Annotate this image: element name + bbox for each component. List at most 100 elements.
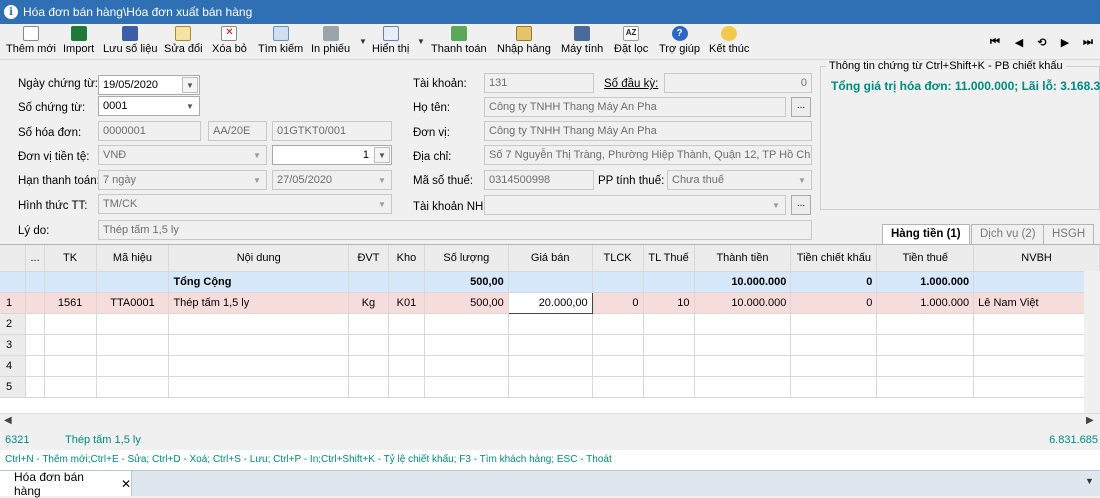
chevron-down-icon: ▼ <box>374 196 390 212</box>
browse-customer-button[interactable]: ... <box>791 97 811 117</box>
tab-list-dropdown-icon[interactable]: ▼ <box>1085 476 1094 486</box>
column-header-warehouse[interactable]: Kho <box>388 245 425 272</box>
search-button[interactable]: Tìm kiếm <box>258 26 303 58</box>
cell-staff[interactable]: Lê Nam Việt <box>973 292 1100 314</box>
filter-button[interactable]: AZ Đặt lọc <box>614 26 648 58</box>
exchange-rate-field[interactable]: 1 ▼ <box>272 145 392 165</box>
scroll-left-icon[interactable]: ◀ <box>4 415 12 426</box>
currency-label: Đơn vị tiền tệ: <box>18 151 90 163</box>
print-dropdown-arrow-icon[interactable]: ▼ <box>359 37 367 46</box>
column-header-tax[interactable]: Tiền thuế <box>876 245 975 272</box>
name-label: Họ tên: <box>413 102 451 114</box>
cell-quantity[interactable]: 500,00 <box>424 292 509 314</box>
scroll-right-icon[interactable]: ▶ <box>1086 415 1094 426</box>
reason-field[interactable]: Thép tấm 1,5 ly <box>98 220 812 240</box>
cell-amount[interactable]: 10.000.000 <box>694 292 792 314</box>
calculator-button[interactable]: Máy tính <box>561 26 603 58</box>
column-header-description[interactable]: Nội dung <box>168 245 349 272</box>
column-header-tax-rate[interactable]: TL Thuế <box>643 245 695 272</box>
import-button[interactable]: Import <box>63 26 94 58</box>
invoice-no-field[interactable]: 0000001 <box>98 121 201 141</box>
due-select[interactable]: 7 ngày ▼ <box>98 170 267 190</box>
finish-button[interactable]: Kết thúc <box>709 26 749 58</box>
customer-name-field[interactable]: Công ty TNHH Thang Máy An Pha <box>484 97 786 117</box>
cell-discount-rate[interactable]: 0 <box>592 292 644 314</box>
import-goods-button[interactable]: Nhập hàng <box>497 26 551 58</box>
row-number[interactable]: 3 <box>0 334 27 356</box>
print-button[interactable]: In phiếu <box>311 26 350 58</box>
table-row[interactable]: 2 <box>0 313 1100 335</box>
vertical-scrollbar[interactable] <box>1084 271 1100 413</box>
edit-button[interactable]: Sửa đổi <box>164 26 203 58</box>
table-row[interactable]: 3 <box>0 334 1100 356</box>
payment-button[interactable]: Thanh toán <box>431 26 487 58</box>
row-number[interactable]: 1 <box>0 292 27 314</box>
prev-record-icon[interactable]: ◀ <box>1011 36 1027 49</box>
help-button[interactable]: ? Trợ giúp <box>659 26 700 58</box>
doc-date-field[interactable]: 19/05/2020 ▼ <box>98 75 200 95</box>
toolbar: Thêm mới Import Lưu số liệu Sửa đổi ✕ Xó… <box>0 24 1100 60</box>
next-record-icon[interactable]: ▶ <box>1057 36 1073 49</box>
new-button[interactable]: Thêm mới <box>6 26 56 58</box>
tab-hsgh[interactable]: HSGH <box>1043 224 1095 244</box>
column-header-menu[interactable]: ... <box>25 245 45 272</box>
cell-tk[interactable]: 1561 <box>44 292 97 314</box>
opening-balance-field[interactable]: 0 <box>664 73 812 93</box>
doc-no-field[interactable]: 0001 ▼ <box>98 96 200 116</box>
tax-method-select[interactable]: Chưa thuế ▼ <box>667 170 812 190</box>
display-dropdown-arrow-icon[interactable]: ▼ <box>417 37 425 46</box>
tax-code-field[interactable]: 0314500998 <box>484 170 594 190</box>
cell-uom[interactable]: Kg <box>348 292 389 314</box>
due-date-field[interactable]: 27/05/2020 ▼ <box>272 170 392 190</box>
calculator-icon <box>574 26 591 41</box>
column-header-amount[interactable]: Thành tiền <box>694 245 792 272</box>
invoice-template-field[interactable]: 01GTKT0/001 <box>272 121 392 141</box>
save-button[interactable]: Lưu số liệu <box>103 26 157 58</box>
column-header-code[interactable]: Mã hiệu <box>96 245 170 272</box>
delete-button[interactable]: ✕ Xóa bỏ <box>212 26 247 58</box>
table-row[interactable]: 1 1561 TTA0001 Thép tấm 1,5 ly Kg K01 50… <box>0 291 1100 314</box>
last-record-icon[interactable]: ⏭ <box>1080 36 1096 49</box>
refresh-icon[interactable]: ⟲ <box>1034 36 1050 49</box>
currency-select[interactable]: VNĐ ▼ <box>98 145 267 165</box>
cell-tax-rate[interactable]: 10 <box>643 292 695 314</box>
chevron-down-icon: ▼ <box>794 172 810 188</box>
chevron-down-icon[interactable]: ▼ <box>374 147 390 163</box>
cell-code[interactable]: TTA0001 <box>96 292 170 314</box>
payment-method-select[interactable]: TM/CK ▼ <box>98 194 392 214</box>
bank-account-select[interactable]: ▼ <box>484 195 786 215</box>
row-number[interactable]: 2 <box>0 313 27 335</box>
account-field[interactable]: 131 <box>484 73 594 93</box>
status-text: Thép tấm 1,5 ly <box>65 434 141 446</box>
cell-warehouse[interactable]: K01 <box>388 292 425 314</box>
cell-tax[interactable]: 1.000.000 <box>876 292 975 314</box>
chevron-down-icon[interactable]: ▼ <box>182 98 198 114</box>
column-header-quantity[interactable]: Số lượng <box>424 245 509 272</box>
calendar-dropdown-icon[interactable]: ▼ <box>182 77 198 93</box>
column-header-uom[interactable]: ĐVT <box>348 245 389 272</box>
first-record-icon[interactable]: ⏮ <box>987 36 1003 49</box>
tab-goods[interactable]: Hàng tiền (1) <box>882 224 970 245</box>
close-icon[interactable]: ✕ <box>121 477 131 491</box>
document-tab[interactable]: Hóa đơn bán hàng ✕ <box>0 470 132 498</box>
row-number[interactable]: 4 <box>0 355 27 377</box>
cell-description[interactable]: Thép tấm 1,5 ly <box>168 292 349 314</box>
opening-balance-link[interactable]: Số đầu kỳ: <box>604 78 658 90</box>
column-header-price[interactable]: Giá bán <box>508 245 593 272</box>
column-header-tk[interactable]: TK <box>44 245 97 272</box>
column-header-discount[interactable]: Tiền chiết khấu <box>790 245 878 272</box>
unit-field[interactable]: Công ty TNHH Thang Máy An Pha <box>484 121 812 141</box>
address-field[interactable]: Số 7 Nguyễn Thị Tràng, Phường Hiệp Thành… <box>484 145 812 165</box>
column-header-staff[interactable]: NVBH <box>973 245 1100 272</box>
table-row[interactable]: 5 <box>0 376 1100 398</box>
cell-price[interactable]: 20.000,00 <box>507 291 593 314</box>
cell-discount[interactable]: 0 <box>790 292 878 314</box>
table-row[interactable]: 4 <box>0 355 1100 377</box>
column-header-discount-rate[interactable]: TLCK <box>592 245 644 272</box>
invoice-series-field[interactable]: AA/20E <box>208 121 267 141</box>
display-button[interactable]: Hiển thị <box>372 26 409 58</box>
row-number[interactable]: 5 <box>0 376 27 398</box>
browse-bank-button[interactable]: ... <box>791 195 811 215</box>
tab-services[interactable]: Dịch vụ (2) <box>971 224 1045 244</box>
horizontal-scrollbar[interactable]: ◀ ▶ <box>0 413 1100 430</box>
